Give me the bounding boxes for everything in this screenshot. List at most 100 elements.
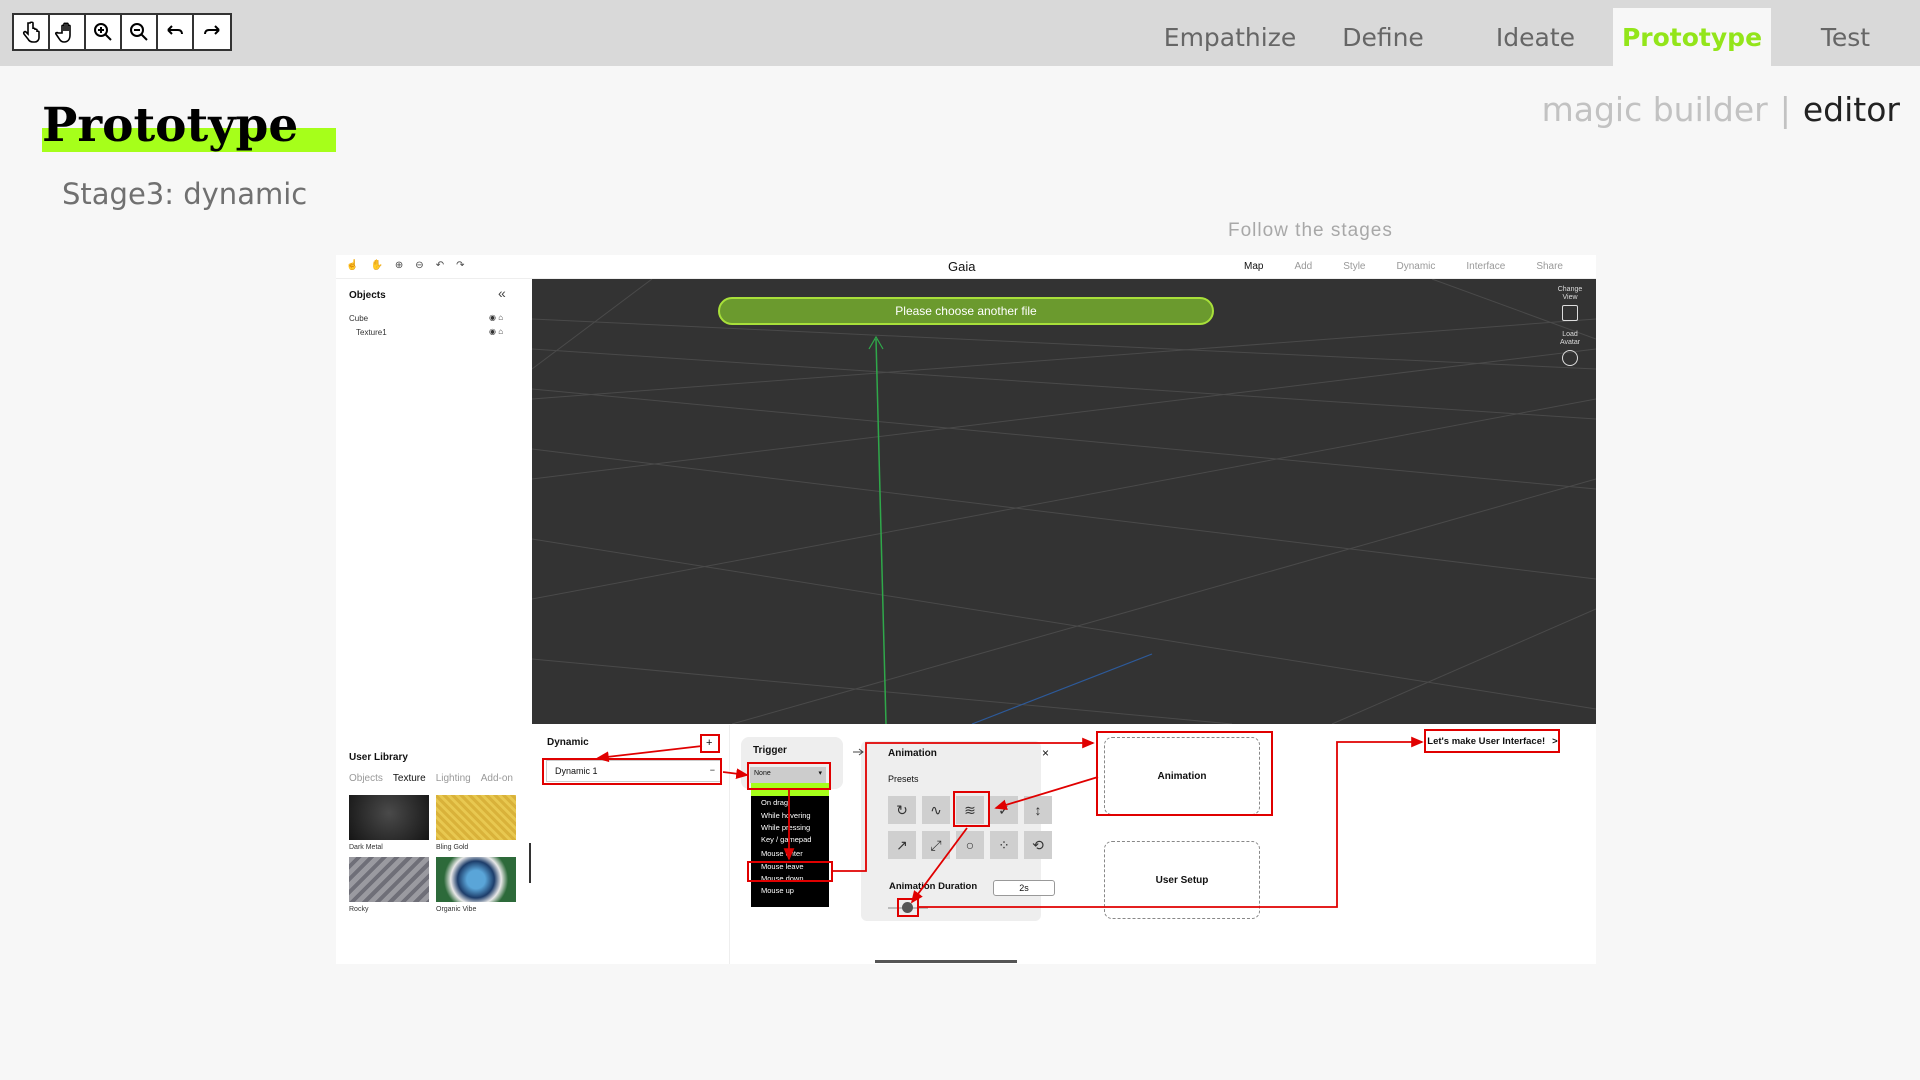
mode-separator: | <box>1779 90 1791 129</box>
pointer-hand-icon[interactable] <box>14 15 50 49</box>
highlight-box <box>897 898 919 917</box>
load-avatar-label: Load Avatar <box>1559 331 1581 346</box>
mode-magic-builder[interactable]: magic builder <box>1542 90 1768 129</box>
visibility-icon[interactable]: ◉ ⌂ <box>489 313 503 322</box>
objects-title: Objects <box>349 290 386 301</box>
visibility-icon[interactable]: ◉ ⌂ <box>489 327 503 336</box>
tab-test[interactable]: Test <box>1771 8 1920 66</box>
nav-interface[interactable]: Interface <box>1466 261 1505 272</box>
nav-add[interactable]: Add <box>1294 261 1312 272</box>
object-texture[interactable]: Texture1 <box>356 328 387 337</box>
load-avatar-control[interactable]: Load Avatar <box>1552 331 1588 366</box>
mini-redo-icon[interactable]: ↷ <box>456 260 464 271</box>
expand-icon[interactable]: ⤢ <box>922 831 950 859</box>
highlight-box <box>747 861 833 882</box>
mode-editor[interactable]: editor <box>1803 90 1900 129</box>
diagonal-icon[interactable]: ↗ <box>888 831 916 859</box>
app-title: Gaia <box>948 259 976 274</box>
panel-divider[interactable] <box>529 843 531 883</box>
redo-icon[interactable] <box>194 15 230 49</box>
follow-caption: Follow the stages <box>1228 220 1393 241</box>
trigger-option[interactable]: Key / gamepad <box>761 835 811 844</box>
texture-label: Bling Gold <box>436 844 469 851</box>
library-tab-addon[interactable]: Add-on <box>481 773 513 784</box>
nav-style[interactable]: Style <box>1343 261 1365 272</box>
highlight-box <box>1096 731 1273 816</box>
mini-zoom-in-icon[interactable]: ⊕ <box>395 260 403 271</box>
editor-topbar: ☝ ✋ ⊕ ⊖ ↶ ↷ Gaia Map Add Style Dynamic I… <box>336 255 1596 279</box>
mini-undo-icon[interactable]: ↶ <box>436 260 444 271</box>
texture-rocky[interactable] <box>349 857 429 902</box>
library-tabs: Objects Texture Lighting Add-on <box>349 773 513 784</box>
texture-label: Dark Metal <box>349 844 383 851</box>
highlight-box <box>747 762 831 790</box>
editor-nav: Map Add Style Dynamic Interface Share <box>1244 261 1594 272</box>
nav-dynamic[interactable]: Dynamic <box>1396 261 1435 272</box>
sparkle-icon[interactable]: ⁘ <box>990 831 1018 859</box>
trigger-option[interactable]: Mouse up <box>761 886 794 895</box>
change-view-label: Change View <box>1557 286 1583 301</box>
grid-lines <box>532 279 1596 724</box>
library-title: User Library <box>349 752 408 763</box>
rotate-icon[interactable]: ↻ <box>888 796 916 824</box>
zoom-out-icon[interactable] <box>122 15 158 49</box>
zoom-in-icon[interactable] <box>86 15 122 49</box>
file-warning-banner[interactable]: Please choose another file <box>718 297 1214 325</box>
dynamic-title: Dynamic <box>547 737 589 748</box>
tab-empathize[interactable]: Empathize <box>1152 8 1308 66</box>
library-tab-texture[interactable]: Texture <box>393 773 426 784</box>
highlight-box <box>1424 729 1560 753</box>
tab-prototype[interactable]: Prototype <box>1613 8 1771 66</box>
nav-share[interactable]: Share <box>1536 261 1563 272</box>
animation-title: Animation <box>888 748 937 759</box>
page-title: Prototype <box>42 98 299 153</box>
trigger-option[interactable]: While hovering <box>761 811 811 820</box>
circle-icon[interactable]: ○ <box>956 831 984 859</box>
collapse-icon[interactable]: « <box>498 285 506 301</box>
3d-viewport[interactable]: Please choose another file Change View L… <box>532 279 1596 724</box>
user-setup-card[interactable]: User Setup <box>1104 841 1260 919</box>
duration-input[interactable]: 2s <box>993 880 1055 896</box>
top-bar: Empathize Define Ideate Prototype Test <box>0 0 1920 66</box>
mini-zoom-out-icon[interactable]: ⊖ <box>415 260 423 271</box>
tab-define[interactable]: Define <box>1308 8 1458 66</box>
vertical-icon[interactable]: ↕ <box>1024 796 1052 824</box>
editor-tools: ☝ ✋ ⊕ ⊖ ↶ ↷ <box>346 260 464 271</box>
trigger-title: Trigger <box>753 745 787 756</box>
texture-organic-vibe[interactable] <box>436 857 516 902</box>
undo-icon[interactable] <box>158 15 194 49</box>
mode-switch: magic builder | editor <box>1542 90 1900 129</box>
trigger-options: On click On drag While hovering While pr… <box>751 783 829 907</box>
highlight-box <box>542 758 722 785</box>
pan-hand-icon[interactable] <box>50 15 86 49</box>
tab-ideate[interactable]: Ideate <box>1458 8 1613 66</box>
texture-label: Rocky <box>349 906 369 913</box>
change-view-control[interactable]: Change View <box>1552 286 1588 321</box>
trigger-option[interactable]: On drag <box>761 798 788 807</box>
bounce-icon[interactable]: ∿ <box>922 796 950 824</box>
horizontal-scrollbar[interactable] <box>875 960 1017 963</box>
check-icon[interactable]: ✓ <box>990 796 1018 824</box>
cube-view-icon[interactable] <box>1562 305 1578 321</box>
loop-icon[interactable]: ⟲ <box>1024 831 1052 859</box>
nav-map[interactable]: Map <box>1244 261 1263 272</box>
library-tab-lighting[interactable]: Lighting <box>436 773 471 784</box>
highlight-box <box>953 791 990 827</box>
stage-tabs: Empathize Define Ideate Prototype Test <box>1152 8 1920 66</box>
mini-pointer-icon[interactable]: ☝ <box>346 260 358 271</box>
texture-dark-metal[interactable] <box>349 795 429 840</box>
tool-group <box>12 13 232 51</box>
mini-hand-icon[interactable]: ✋ <box>370 260 382 271</box>
trigger-option[interactable]: Mouse enter <box>761 849 803 858</box>
object-cube[interactable]: Cube <box>349 314 368 323</box>
texture-label: Organic Vibe <box>436 906 477 913</box>
texture-bling-gold[interactable] <box>436 795 516 840</box>
avatar-icon[interactable] <box>1562 350 1578 366</box>
library-tab-objects[interactable]: Objects <box>349 773 383 784</box>
highlight-box <box>700 734 720 753</box>
duration-label: Animation Duration <box>889 881 978 892</box>
stage-subtitle: Stage3: dynamic <box>62 177 308 211</box>
trigger-option[interactable]: While pressing <box>761 823 810 832</box>
editor-screenshot: ☝ ✋ ⊕ ⊖ ↶ ↷ Gaia Map Add Style Dynamic I… <box>336 255 1596 964</box>
close-icon[interactable]: × <box>1042 746 1049 760</box>
